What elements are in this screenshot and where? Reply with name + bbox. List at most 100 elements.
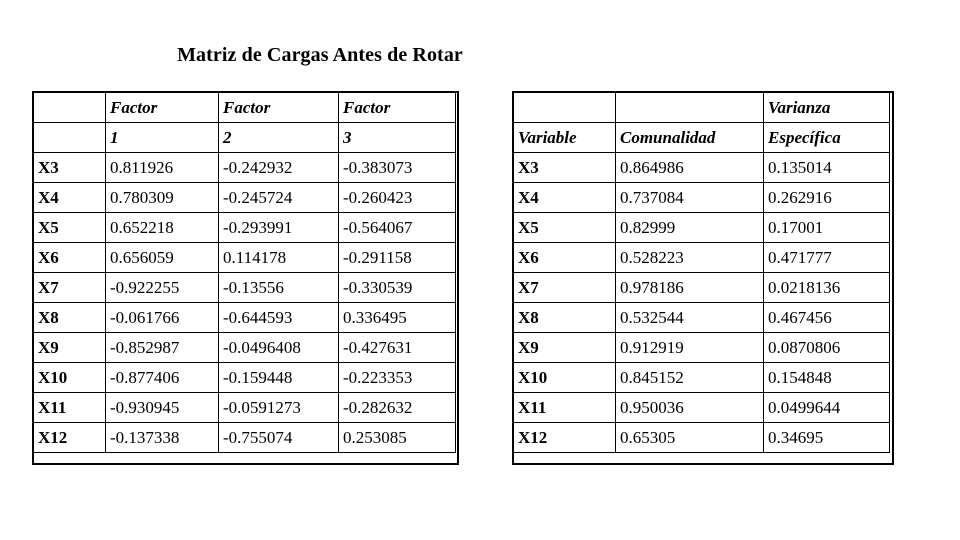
communalities-value-varianza-especifica: 0.135014 [763,152,890,183]
loadings-variable-label: X11 [33,392,106,423]
loadings-variable-label: X3 [33,152,106,183]
communalities-value-varianza-especifica: 0.0499644 [763,392,890,423]
communalities-variable-label: X9 [513,332,616,363]
table-row: X9 -0.852987 -0.0496408 -0.427631 [33,332,456,363]
communalities-variable-label: X5 [513,212,616,243]
loadings-variable-label: X7 [33,272,106,303]
communalities-value-comunalidad: 0.845152 [615,362,764,393]
loadings-value-factor3: -0.260423 [338,182,456,213]
communalities-column-header-varianza-especifica: Específica [763,122,890,153]
loadings-value-factor3: 0.253085 [338,422,456,453]
loadings-value-factor2: -0.0496408 [218,332,339,363]
table-row: X10 -0.877406 -0.159448 -0.223353 [33,362,456,393]
loadings-variable-label: X5 [33,212,106,243]
loadings-value-factor3: -0.383073 [338,152,456,183]
loadings-value-factor1: 0.811926 [105,152,219,183]
loadings-value-factor1: -0.922255 [105,272,219,303]
loadings-variable-label: X9 [33,332,106,363]
communalities-value-varianza-especifica: 0.471777 [763,242,890,273]
table-row: X6 0.656059 0.114178 -0.291158 [33,242,456,273]
communalities-value-varianza-especifica: 0.154848 [763,362,890,393]
table-row: X4 0.780309 -0.245724 -0.260423 [33,182,456,213]
loadings-variable-label: X4 [33,182,106,213]
loadings-value-factor2: -0.0591273 [218,392,339,423]
loadings-column-header-factor3: 3 [338,122,456,153]
table-row: X5 0.652218 -0.293991 -0.564067 [33,212,456,243]
loadings-column-header-factor3: Factor [338,92,456,123]
table-row: X4 0.737084 0.262916 [513,182,890,213]
communalities-variable-label: X10 [513,362,616,393]
table-row: X3 0.811926 -0.242932 -0.383073 [33,152,456,183]
loadings-header-spacer [33,122,106,153]
table-row: X6 0.528223 0.471777 [513,242,890,273]
table-row: X8 -0.061766 -0.644593 0.336495 [33,302,456,333]
communalities-value-comunalidad: 0.737084 [615,182,764,213]
loadings-value-factor3: -0.282632 [338,392,456,423]
table-row: X10 0.845152 0.154848 [513,362,890,393]
loadings-value-factor2: -0.13556 [218,272,339,303]
loadings-value-factor1: -0.930945 [105,392,219,423]
communalities-header-row: Varianza [513,92,890,123]
table-row: X11 -0.930945 -0.0591273 -0.282632 [33,392,456,423]
loadings-column-header-factor1: Factor [105,92,219,123]
loadings-value-factor1: 0.780309 [105,182,219,213]
communalities-value-varianza-especifica: 0.0218136 [763,272,890,303]
loadings-value-factor1: 0.656059 [105,242,219,273]
loadings-value-factor3: -0.330539 [338,272,456,303]
loadings-column-header-factor2: 2 [218,122,339,153]
table-row: X11 0.950036 0.0499644 [513,392,890,423]
communalities-header-spacer [615,92,764,123]
loadings-value-factor1: -0.137338 [105,422,219,453]
loadings-header-row: Factor Factor Factor [33,92,456,123]
loadings-value-factor3: -0.564067 [338,212,456,243]
loadings-value-factor1: -0.061766 [105,302,219,333]
communalities-value-comunalidad: 0.65305 [615,422,764,453]
communalities-value-varianza-especifica: 0.467456 [763,302,890,333]
table-row: X7 0.978186 0.0218136 [513,272,890,303]
loadings-variable-label: X10 [33,362,106,393]
communalities-variable-label: X3 [513,152,616,183]
table-row: X5 0.82999 0.17001 [513,212,890,243]
communalities-variable-label: X12 [513,422,616,453]
communalities-value-varianza-especifica: 0.34695 [763,422,890,453]
communalities-value-comunalidad: 0.532544 [615,302,764,333]
loadings-value-factor1: -0.877406 [105,362,219,393]
loadings-header-spacer [33,92,106,123]
loadings-column-header-factor2: Factor [218,92,339,123]
loadings-value-factor3: -0.223353 [338,362,456,393]
communalities-header-spacer [513,92,616,123]
communalities-variable-label: X8 [513,302,616,333]
communalities-header-row: Variable Comunalidad Específica [513,122,890,153]
loadings-value-factor1: 0.652218 [105,212,219,243]
table-row: X12 0.65305 0.34695 [513,422,890,453]
loadings-value-factor2: -0.644593 [218,302,339,333]
loadings-value-factor2: -0.242932 [218,152,339,183]
page-title: Matriz de Cargas Antes de Rotar [177,44,463,66]
table-row: X3 0.864986 0.135014 [513,152,890,183]
factor-loadings-table: Factor Factor Factor 1 2 3 X3 0.811926 -0.24293… [33,92,456,453]
loadings-value-factor3: -0.291158 [338,242,456,273]
communalities-value-comunalidad: 0.950036 [615,392,764,423]
communalities-value-varianza-especifica: 0.262916 [763,182,890,213]
communalities-value-comunalidad: 0.82999 [615,212,764,243]
communalities-value-comunalidad: 0.912919 [615,332,764,363]
communalities-variable-label: X6 [513,242,616,273]
communalities-value-comunalidad: 0.978186 [615,272,764,303]
table-row: X7 -0.922255 -0.13556 -0.330539 [33,272,456,303]
communalities-table: Varianza Variable Comunalidad Específica X3 0… [513,92,890,453]
loadings-value-factor2: -0.293991 [218,212,339,243]
table-row: X8 0.532544 0.467456 [513,302,890,333]
communalities-variable-label: X7 [513,272,616,303]
loadings-value-factor2: -0.755074 [218,422,339,453]
loadings-variable-label: X6 [33,242,106,273]
communalities-column-header-varianza-especifica: Varianza [763,92,890,123]
communalities-variable-label: X11 [513,392,616,423]
communalities-value-comunalidad: 0.864986 [615,152,764,183]
communalities-value-comunalidad: 0.528223 [615,242,764,273]
table-row: X12 -0.137338 -0.755074 0.253085 [33,422,456,453]
loadings-header-row: 123 [33,122,456,153]
communalities-value-varianza-especifica: 0.17001 [763,212,890,243]
communalities-variable-label: X4 [513,182,616,213]
communalities-column-header-variable: Variable [513,122,616,153]
loadings-variable-label: X12 [33,422,106,453]
